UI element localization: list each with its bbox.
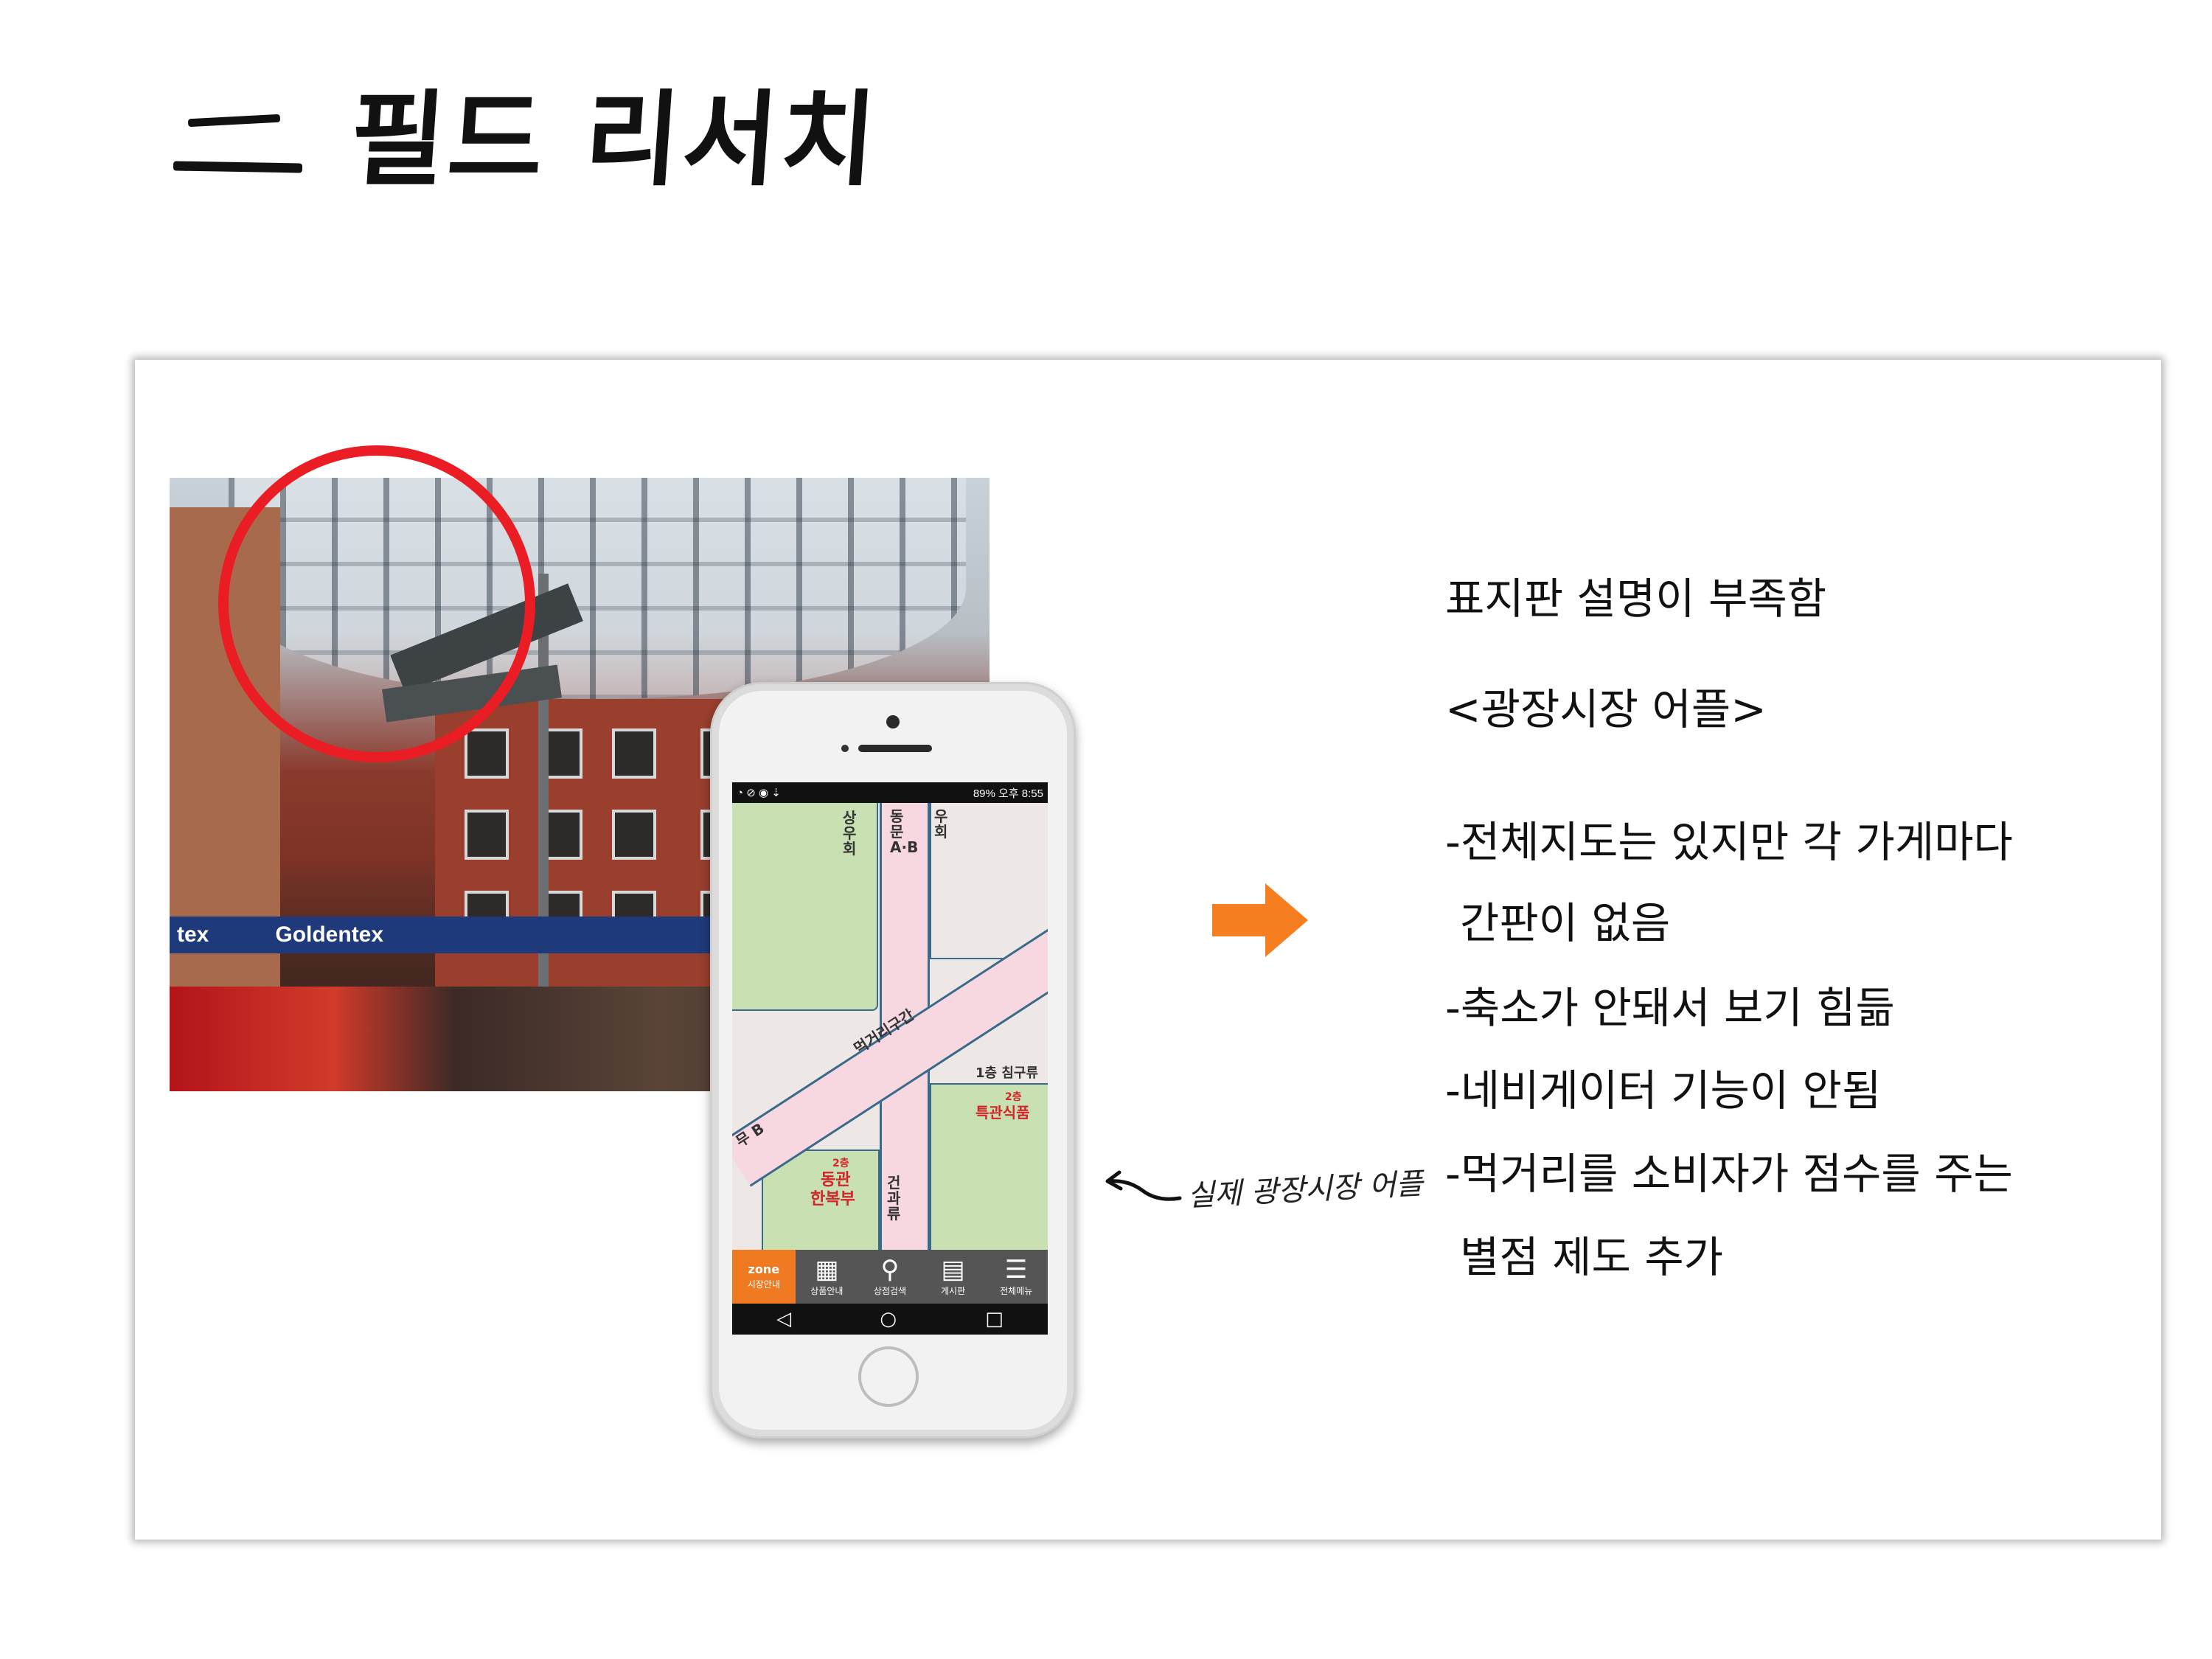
market-map[interactable]: 상우회 동문 A·B 우회 먹거리구간 1층 침구류 2층 특관식품 2층 동관… <box>732 803 1048 1254</box>
menu-icon: ☰ <box>1004 1254 1028 1284</box>
tab-product-guide[interactable]: ▦ 상품안내 <box>796 1250 859 1304</box>
phone-annotation: 실제 광장시장 어플 <box>1099 1165 1424 1213</box>
section-number-mark <box>173 103 303 177</box>
highlight-circle <box>218 445 535 762</box>
camera-icon <box>886 715 900 728</box>
tab-shop-search[interactable]: ⚲ 상점검색 <box>858 1250 922 1304</box>
android-nav-bar: ◁ ○ □ <box>732 1304 1048 1335</box>
finding-point-3: -네비게이터 기능이 안됨 <box>1445 1065 1882 1116</box>
tab-board[interactable]: ▤ 게시판 <box>922 1250 985 1304</box>
market-zone-icon: zone <box>748 1262 780 1276</box>
status-icons: ◔ ⊘ ◉ ⇣ <box>737 787 781 799</box>
recent-apps-icon[interactable]: □ <box>985 1308 1004 1330</box>
page-title: 필드 리서치 <box>346 80 883 201</box>
status-time: 89% 오후 8:55 <box>973 787 1043 800</box>
tab-market-guide[interactable]: zone 시장안내 <box>732 1250 796 1304</box>
app-label: <광장시장 어플> <box>1445 684 1767 734</box>
app-screen: ◔ ⊘ ◉ ⇣ 89% 오후 8:55 상우회 동문 A·B 우회 먹거리구간 … <box>732 782 1048 1335</box>
finding-point-4: -먹거리를 소비자가 점수를 주는 <box>1445 1149 2013 1199</box>
app-tab-bar: zone 시장안내 ▦ 상품안내 ⚲ 상점검색 ▤ 게시판 ☰ 전체메뉴 <box>732 1250 1048 1304</box>
tab-all-menu[interactable]: ☰ 전체메뉴 <box>984 1250 1048 1304</box>
home-button[interactable] <box>858 1346 919 1407</box>
curved-arrow-icon <box>1105 1170 1182 1201</box>
grid-icon: ▦ <box>815 1254 839 1284</box>
speaker-grille <box>858 745 932 752</box>
home-icon[interactable]: ○ <box>880 1308 897 1330</box>
status-bar: ◔ ⊘ ◉ ⇣ 89% 오후 8:55 <box>732 782 1048 803</box>
back-icon[interactable]: ◁ <box>776 1308 791 1330</box>
finding-point-1: -전체지도는 있지만 각 가게마다 <box>1445 817 2013 867</box>
slide-title: 필드 리서치 <box>173 74 883 206</box>
finding-point-2: -축소가 안돼서 보기 힘듦 <box>1445 983 1895 1033</box>
finding-heading: 표지판 설명이 부족함 <box>1445 574 1827 624</box>
shop-banner: tex Goldentex <box>170 917 730 953</box>
finding-point-1-cont: 간판이 없음 <box>1460 898 1671 948</box>
document-icon: ▤ <box>941 1254 965 1284</box>
phone-mockup: ◔ ⊘ ◉ ⇣ 89% 오후 8:55 상우회 동문 A·B 우회 먹거리구간 … <box>710 682 1076 1439</box>
search-icon: ⚲ <box>880 1254 900 1284</box>
finding-point-4-cont: 별점 제도 추가 <box>1460 1232 1724 1282</box>
right-arrow-icon <box>1212 883 1308 957</box>
